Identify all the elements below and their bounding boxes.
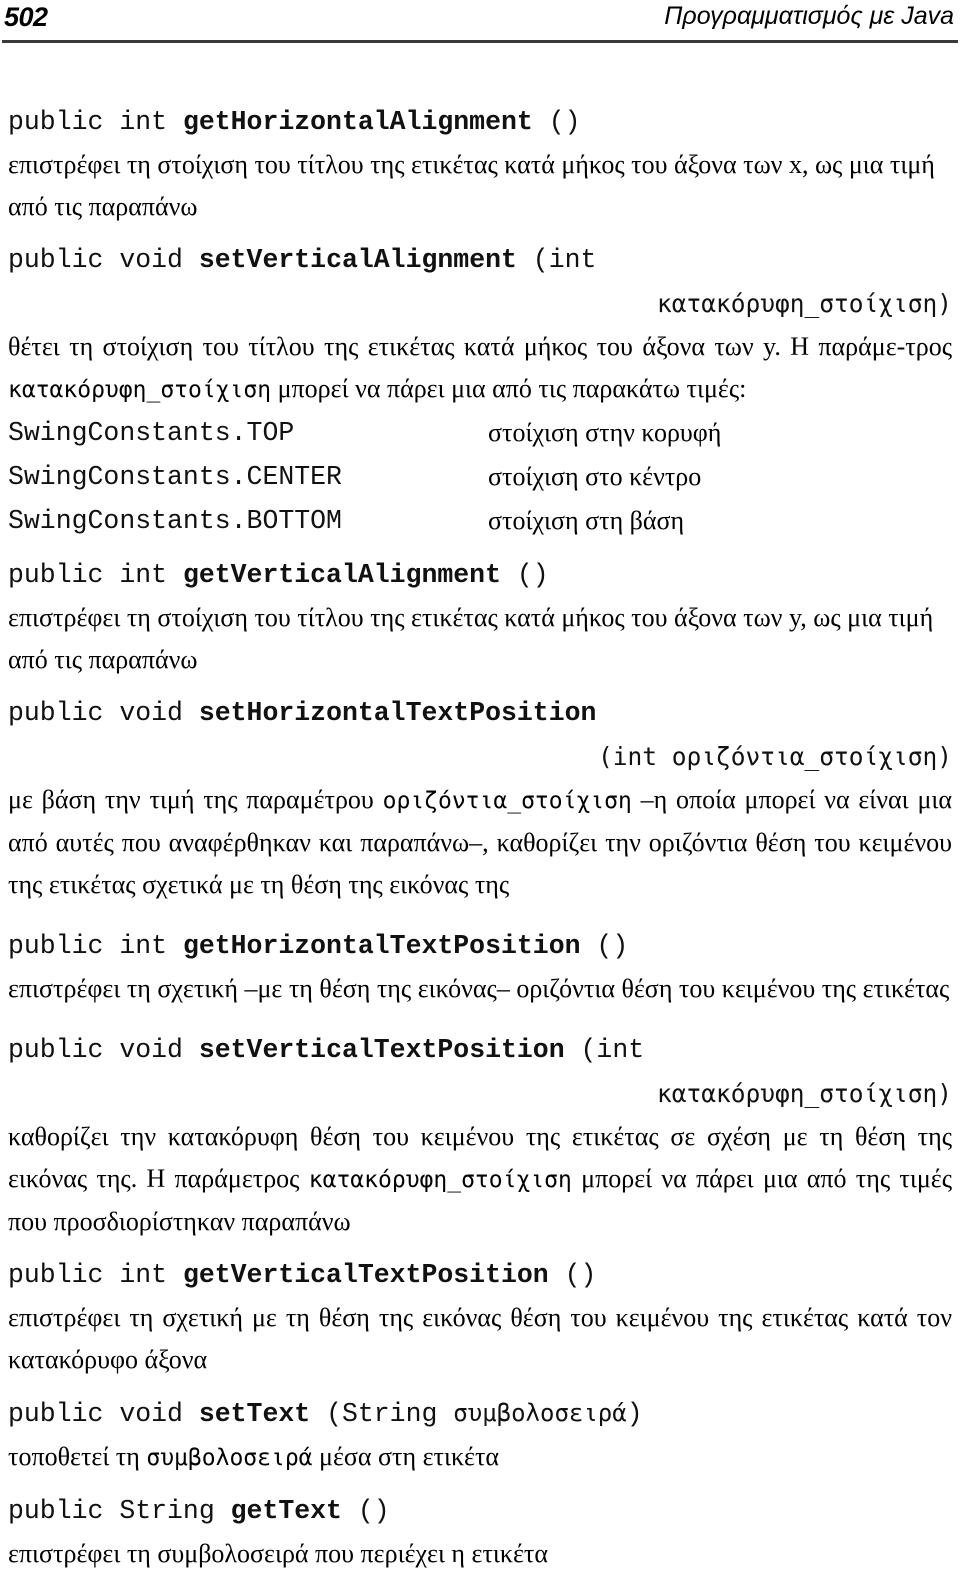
- method-description-setText: τοποθετεί τη συμβολοσειρά μέσα στη ετικέ…: [8, 1436, 952, 1479]
- header-rule: [2, 40, 958, 43]
- method-description-setVerticalTextPosition: καθορίζει την κατακόρυφη θέση του κειμέν…: [8, 1116, 952, 1243]
- method-signature-setHorizontalTextPosition: public void setHorizontalTextPosition: [8, 691, 952, 735]
- swing-constants-table: SwingConstants.TOP στοίχιση στην κορυφή …: [8, 411, 952, 543]
- table-row: SwingConstants.TOP στοίχιση στην κορυφή: [8, 411, 952, 455]
- method-description-setVerticalAlignment: θέτει τη στοίχιση του τίτλου της ετικέτα…: [8, 326, 952, 411]
- method-signature-getText: public String getText (): [8, 1489, 952, 1533]
- signature-method-name: getVerticalAlignment: [182, 560, 501, 590]
- signature-params: (int: [516, 245, 597, 275]
- signature-modifiers: public String: [8, 1496, 231, 1526]
- signature-params: (): [532, 107, 581, 137]
- method-description-getHorizontalAlignment: επιστρέφει τη στοίχιση του τίτλου της ετ…: [8, 150, 935, 221]
- signature-method-name: setVerticalAlignment: [198, 245, 517, 275]
- constant-name: SwingConstants.CENTER: [8, 462, 342, 492]
- signature-modifiers: public void: [8, 1035, 199, 1065]
- page-number: 502: [4, 2, 48, 32]
- signature-modifiers: public int: [8, 931, 183, 961]
- signature-continuation-setVerticalTextPosition: κατακόρυφη_στοίχιση): [656, 1079, 952, 1108]
- method-signature-setVerticalAlignment: public void setVerticalAlignment (int: [8, 238, 952, 282]
- method-signature-setVerticalTextPosition: public void setVerticalTextPosition (int: [8, 1028, 952, 1072]
- method-signature-getHorizontalTextPosition: public int getHorizontalTextPosition (): [8, 924, 952, 968]
- signature-params: (): [501, 560, 549, 590]
- body-column: public int getHorizontalAlignment () επι…: [8, 100, 952, 1575]
- signature-continuation-setVerticalAlignment: κατακόρυφη_στοίχιση): [656, 289, 952, 318]
- signature-modifiers: public int: [8, 560, 183, 590]
- inline-code-param: κατακόρυφη_στοίχιση: [8, 377, 272, 403]
- signature-params: (): [580, 931, 629, 961]
- signature-method-name: getHorizontalTextPosition: [182, 931, 581, 961]
- description-pre: τοποθετεί τη: [8, 1442, 147, 1471]
- signature-method-name: getVerticalTextPosition: [182, 1260, 549, 1290]
- inline-code-param: οριζόντια_στοίχιση: [382, 788, 632, 814]
- signature-modifiers: public void: [8, 1399, 199, 1429]
- signature-modifiers: public void: [8, 245, 199, 275]
- signature-modifiers: public int: [8, 107, 183, 137]
- method-signature-getHorizontalAlignment: public int getHorizontalAlignment (): [8, 100, 952, 144]
- signature-method-name: getText: [230, 1496, 342, 1526]
- running-head: 502 Προγραμματισμός με Java: [4, 4, 954, 40]
- signature-params: (): [341, 1496, 390, 1526]
- signature-params: (): [548, 1260, 597, 1290]
- method-description-setHorizontalTextPosition: με βάση την τιμή της παραμέτρου οριζόντι…: [8, 779, 952, 906]
- constant-name: SwingConstants.TOP: [8, 418, 295, 448]
- description-line-2-pre: τρος: [905, 332, 952, 361]
- method-description-getVerticalAlignment: επιστρέφει τη στοίχιση του τίτλου της ετ…: [8, 603, 934, 674]
- inline-code-param: κατακόρυφη_στοίχιση: [308, 1167, 572, 1193]
- signature-modifiers: public void: [8, 698, 199, 728]
- method-signature-getVerticalTextPosition: public int getVerticalTextPosition (): [8, 1253, 952, 1297]
- document-page: 502 Προγραμματισμός με Java public int g…: [0, 0, 960, 1568]
- constant-meaning: στοίχιση στη βάση: [488, 506, 685, 535]
- signature-method-name: setVerticalTextPosition: [198, 1035, 565, 1065]
- method-description-getVerticalTextPosition: επιστρέφει τη σχετική με τη θέση της εικ…: [8, 1303, 952, 1374]
- signature-params: (int: [564, 1035, 645, 1065]
- table-row: SwingConstants.BOTTOM στοίχιση στη βάση: [8, 499, 952, 543]
- running-title: Προγραμματισμός με Java: [664, 2, 954, 30]
- signature-params: (String: [310, 1399, 454, 1429]
- description-line-1: θέτει τη στοίχιση του τίτλου της ετικέτα…: [8, 332, 906, 361]
- signature-method-name: getHorizontalAlignment: [182, 107, 533, 137]
- method-description-getHorizontalTextPosition: επιστρέφει τη σχετική –με τη θέση της ει…: [8, 974, 950, 1003]
- signature-param-name: συμβολοσειρά: [453, 1399, 627, 1427]
- description-line-2-post: μπορεί να πάρει μια από τις παρακάτω τιμ…: [271, 374, 747, 403]
- inline-code-param: συμβολοσειρά: [146, 1445, 313, 1471]
- method-description-getText: επιστρέφει τη συμβολοσειρά που περιέχει …: [8, 1539, 548, 1568]
- signature-method-name: setHorizontalTextPosition: [198, 698, 597, 728]
- signature-close-paren: ): [626, 1399, 643, 1429]
- constant-meaning: στοίχιση στο κέντρο: [488, 462, 702, 491]
- constant-name: SwingConstants.BOTTOM: [8, 506, 342, 536]
- constant-meaning: στοίχιση στην κορυφή: [488, 418, 722, 447]
- signature-continuation-setHorizontalTextPosition: (int οριζόντια_στοίχιση): [597, 742, 952, 771]
- method-signature-setText: public void setText (String συμβολοσειρά…: [8, 1391, 952, 1436]
- description-pre: με βάση την τιμή της παραμέτρου: [8, 785, 383, 814]
- signature-modifiers: public int: [8, 1260, 183, 1290]
- table-row: SwingConstants.CENTER στοίχιση στο κέντρ…: [8, 455, 952, 499]
- signature-method-name: setText: [198, 1399, 311, 1429]
- method-signature-getVerticalAlignment: public int getVerticalAlignment (): [8, 553, 952, 597]
- description-post: μέσα στη ετικέτα: [312, 1442, 500, 1471]
